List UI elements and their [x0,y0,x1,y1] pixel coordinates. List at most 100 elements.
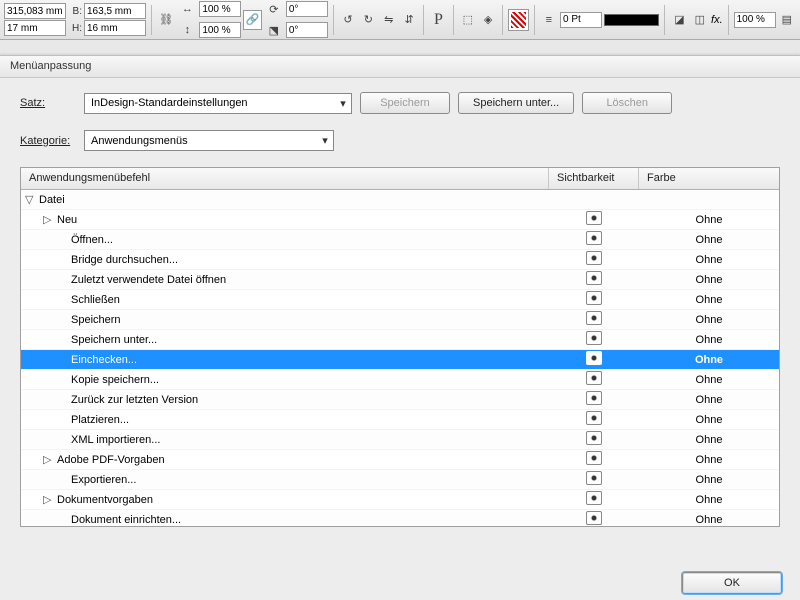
table-row[interactable]: SpeichernOhne [21,310,779,330]
table-row[interactable]: Kopie speichern...Ohne [21,370,779,390]
row-color[interactable]: Ohne [696,334,723,346]
drop-shadow-icon[interactable]: ◫ [691,10,709,30]
table-row[interactable]: Einchecken...Ohne [21,350,779,370]
table-row[interactable]: Öffnen...Ohne [21,230,779,250]
set-combo-input[interactable] [85,94,335,113]
select-content-icon[interactable]: ◈ [479,10,497,30]
table-row[interactable]: ▷NeuOhne [21,210,779,230]
visibility-eye-icon[interactable] [586,311,602,325]
disclosure-icon[interactable]: ▽ [25,193,35,206]
fx-label[interactable]: fx. [711,14,723,26]
category-combo[interactable]: ▾ [84,130,334,151]
row-color[interactable]: Ohne [696,374,723,386]
rotate-ccw-icon[interactable]: ↺ [339,10,357,30]
chevron-down-icon[interactable]: ▾ [335,97,351,110]
height-field[interactable] [84,20,146,36]
table-row[interactable]: Exportieren... Ohne [21,470,779,490]
save-as-button[interactable]: Speichern unter... [458,92,574,114]
row-color[interactable]: Ohne [696,214,723,226]
visibility-eye-icon[interactable] [586,291,602,305]
row-color[interactable]: Ohne [696,254,723,266]
set-combo[interactable]: ▾ [84,93,352,114]
visibility-eye-icon[interactable] [586,391,602,405]
row-color[interactable]: Ohne [696,414,723,426]
col-visibility[interactable]: Sichtbarkeit [549,168,639,189]
visibility-eye-icon[interactable] [586,251,602,265]
table-row[interactable]: ▷DokumentvorgabenOhne [21,490,779,510]
ok-button[interactable]: OK [682,572,782,594]
visibility-eye-icon[interactable] [586,231,602,245]
visibility-eye-icon[interactable] [586,431,602,445]
table-row[interactable]: Zurück zur letzten VersionOhne [21,390,779,410]
table-row[interactable]: Dokument einrichten...Ohne [21,510,779,527]
row-color[interactable]: Ohne [695,354,723,366]
visibility-eye-icon[interactable] [586,411,602,425]
table-row[interactable]: XML importieren...Ohne [21,430,779,450]
row-color[interactable]: Ohne [696,294,723,306]
visibility-eye-icon[interactable] [586,471,602,485]
table-row[interactable]: ▽Datei [21,190,779,210]
separator [453,5,454,35]
row-color[interactable]: Ohne [696,234,723,246]
visibility-eye-icon[interactable] [586,371,602,385]
delete-button: Löschen [582,92,672,114]
table-row[interactable]: Platzieren...Ohne [21,410,779,430]
stroke-style[interactable] [604,14,659,26]
scale-x-field[interactable] [199,1,241,17]
disclosure-icon[interactable]: ▷ [43,453,53,466]
row-label: Adobe PDF-Vorgaben [57,454,165,466]
visibility-eye-icon[interactable] [586,331,602,345]
category-row: Kategorie: ▾ [20,130,780,151]
visibility-eye-icon[interactable] [586,211,602,225]
col-color[interactable]: Farbe [639,168,779,189]
row-color[interactable]: Ohne [696,314,723,326]
effects-icon[interactable]: ◪ [670,10,688,30]
table-row[interactable]: ▷ Adobe PDF-Vorgaben Ohne [21,450,779,470]
row-color[interactable]: Ohne [696,394,723,406]
chevron-down-icon[interactable]: ▾ [317,134,333,147]
select-container-icon[interactable]: ⬚ [459,10,477,30]
rotate-cw-icon[interactable]: ↻ [359,10,377,30]
row-color[interactable]: Ohne [696,454,723,466]
menu-icon[interactable]: ▤ [778,10,796,30]
row-color[interactable]: Ohne [696,494,723,506]
width-label: B: [68,6,82,17]
opacity-field[interactable] [734,12,776,28]
visibility-eye-icon[interactable] [586,511,602,525]
x-field[interactable] [4,3,66,19]
visibility-eye-icon[interactable] [586,271,602,285]
disclosure-icon[interactable]: ▷ [43,213,53,226]
link-scale-icon[interactable]: 🔗 [243,10,262,30]
stroke-weight-icon: ≡ [540,10,558,30]
row-label: Exportieren... [71,474,136,486]
stroke-weight-field[interactable] [560,12,602,28]
row-color[interactable]: Ohne [696,274,723,286]
scale-x-icon: ↔ [177,0,197,19]
visibility-eye-icon[interactable] [586,451,602,465]
table-body[interactable]: ▽Datei▷NeuOhneÖffnen...OhneBridge durchs… [21,190,779,527]
category-combo-input[interactable] [85,131,317,150]
text-frame-icon[interactable]: P [429,10,447,30]
table-row[interactable]: Speichern unter...Ohne [21,330,779,350]
separator [502,5,503,35]
shear-field[interactable] [286,22,328,38]
visibility-eye-icon[interactable] [586,491,602,505]
position-group: B: H: [4,3,146,36]
table-row[interactable]: Zuletzt verwendete Datei öffnenOhne [21,270,779,290]
visibility-eye-icon[interactable] [586,351,602,365]
y-field[interactable] [4,20,66,36]
flip-h-icon[interactable]: ⇋ [380,10,398,30]
scale-y-field[interactable] [199,22,241,38]
constrain-icon[interactable]: ⛓ [157,10,175,30]
fill-swatch[interactable] [508,9,528,31]
col-command[interactable]: Anwendungsmenübefehl [21,168,549,189]
row-color[interactable]: Ohne [696,434,723,446]
table-row[interactable]: SchließenOhne [21,290,779,310]
width-field[interactable] [84,3,146,19]
disclosure-icon[interactable]: ▷ [43,493,53,506]
row-color[interactable]: Ohne [696,514,723,526]
flip-v-icon[interactable]: ⇵ [400,10,418,30]
rotate-field[interactable] [286,1,328,17]
row-color[interactable]: Ohne [696,474,723,486]
table-row[interactable]: Bridge durchsuchen...Ohne [21,250,779,270]
